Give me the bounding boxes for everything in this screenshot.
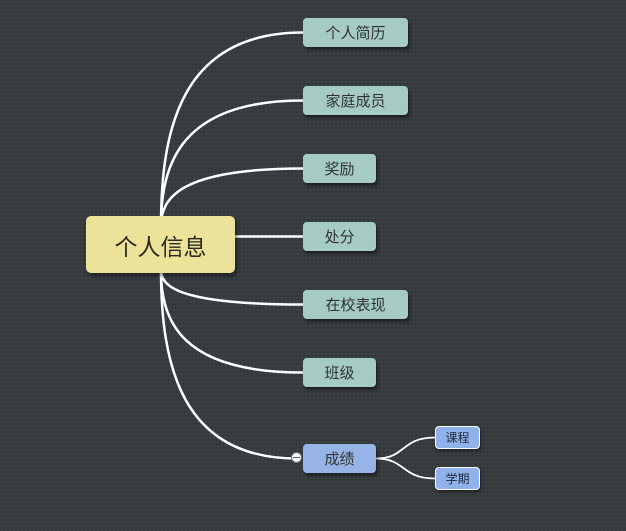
- connector-line: [159, 31, 305, 228]
- subtopic-semester[interactable]: 学期: [435, 467, 480, 490]
- root-topic-label: 个人信息: [114, 234, 207, 261]
- topic-rewards[interactable]: 奖励: [303, 154, 376, 183]
- subtopic-courses[interactable]: 课程: [435, 426, 480, 449]
- topic-school-performance[interactable]: 在校表现: [303, 290, 408, 319]
- topic-class[interactable]: 班级: [303, 358, 376, 387]
- topic-label: 处分: [324, 228, 355, 246]
- connector-line: [159, 268, 305, 374]
- topic-label: 在校表现: [325, 296, 386, 314]
- subtopic-label: 学期: [445, 472, 470, 486]
- root-topic[interactable]: 个人信息: [86, 216, 235, 273]
- sub-connector-line: [375, 436, 436, 460]
- topic-punishments[interactable]: 处分: [303, 222, 376, 251]
- connector-line: [159, 268, 305, 306]
- topic-label: 家庭成员: [325, 92, 386, 110]
- minus-icon: [293, 456, 300, 459]
- topic-label: 个人简历: [325, 24, 386, 42]
- topic-grades[interactable]: 成绩: [303, 444, 376, 473]
- connector-line: [159, 99, 305, 228]
- topic-label: 班级: [324, 364, 355, 382]
- topic-family-members[interactable]: 家庭成员: [303, 86, 408, 115]
- sub-connector-line: [375, 457, 436, 480]
- topic-resume[interactable]: 个人简历: [303, 18, 408, 47]
- topic-label: 奖励: [324, 160, 355, 178]
- collapse-toggle-icon[interactable]: [291, 452, 302, 463]
- subtopic-label: 课程: [445, 431, 470, 445]
- topic-label: 成绩: [324, 450, 355, 468]
